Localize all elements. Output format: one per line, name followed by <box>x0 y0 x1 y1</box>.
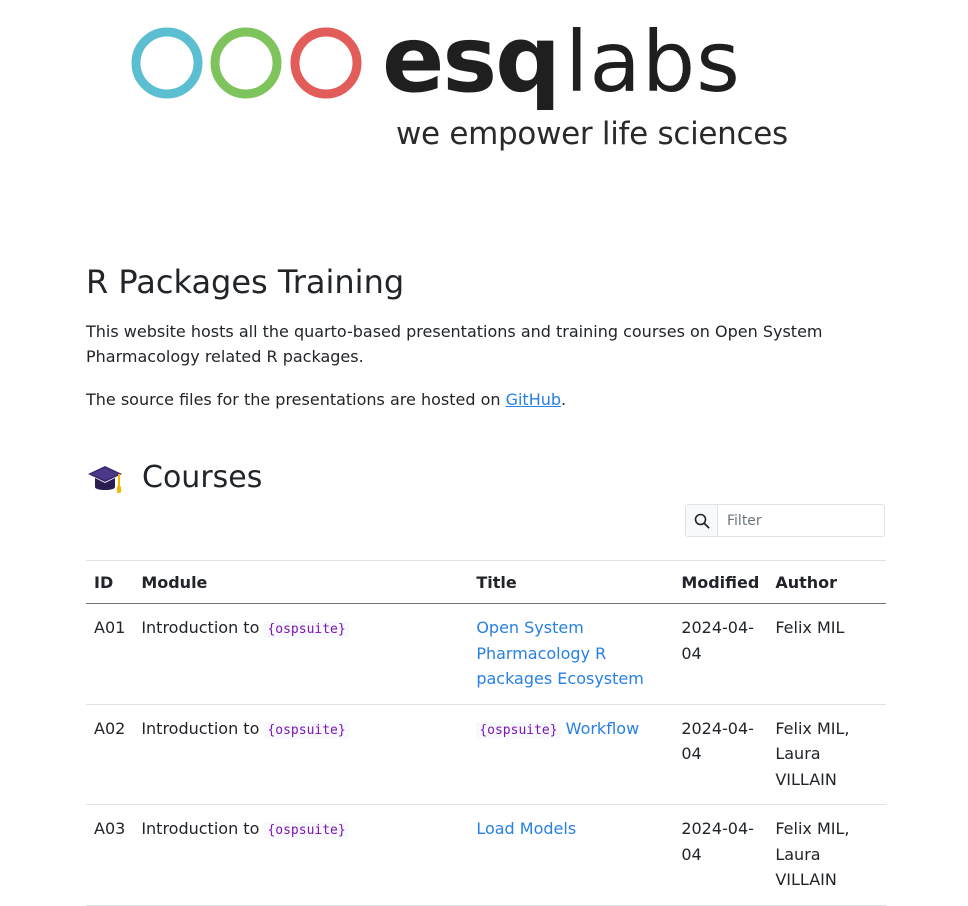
source-suffix: . <box>561 390 567 409</box>
source-text: The source files for the presentations a… <box>86 387 886 412</box>
module-code: {ospsuite} <box>264 721 349 739</box>
module-code: {ospsuite} <box>264 822 349 839</box>
page: esqlabs we empower life sciences R Packa… <box>0 0 968 906</box>
logo-esq: esq <box>382 6 561 113</box>
module-prefix: Introduction to <box>141 718 265 738</box>
main-content: R Packages Training This website hosts a… <box>86 256 886 906</box>
logo-wordmark: esqlabs <box>382 12 741 111</box>
cell-modified: 2024-04-04 <box>673 603 768 705</box>
course-title-link[interactable]: {ospsuite} Workflow <box>476 718 640 739</box>
cell-title: {ospsuite} Workflow <box>468 704 674 805</box>
table-row: A03 Introduction to {ospsuite} Load Mode… <box>86 804 886 906</box>
col-header-title[interactable]: Title <box>468 560 674 604</box>
col-header-modified[interactable]: Modified <box>673 560 768 604</box>
table-header-row: ID Module Title Modified Author <box>86 560 886 604</box>
intro-text: This website hosts all the quarto-based … <box>86 322 823 366</box>
course-title-link[interactable]: Open System Pharmacology R packages Ecos… <box>476 618 644 688</box>
cell-title: Open System Pharmacology R packages Ecos… <box>468 603 674 705</box>
courses-heading: Courses <box>86 456 886 500</box>
module-prefix: Introduction to <box>141 819 265 838</box>
search-icon[interactable] <box>686 505 718 536</box>
module-prefix: Introduction to <box>141 618 265 637</box>
table-row: A02 Introduction to {ospsuite} {ospsuite… <box>86 704 886 805</box>
cell-author: Felix MIL <box>767 603 886 705</box>
cell-id: A01 <box>86 603 134 705</box>
courses-table: ID Module Title Modified Author A01 Intr… <box>86 560 886 906</box>
filter-row <box>86 500 886 560</box>
courses-heading-text: Courses <box>142 460 263 495</box>
cell-author: Felix MIL, Laura VILLAIN <box>767 704 886 805</box>
table-row: A01 Introduction to {ospsuite} Open Syst… <box>86 603 886 705</box>
filter-box <box>685 504 885 537</box>
esqlabs-logo: esqlabs we empower life sciences <box>130 12 810 160</box>
col-header-id[interactable]: ID <box>86 560 134 604</box>
source-prefix: The source files for the presentations a… <box>86 390 506 409</box>
title-code: {ospsuite} <box>476 721 561 739</box>
cell-id: A02 <box>86 704 134 805</box>
filter-input[interactable] <box>718 505 879 536</box>
col-header-author[interactable]: Author <box>767 560 886 604</box>
cell-module: Introduction to {ospsuite} <box>133 804 469 906</box>
cell-modified: 2024-04-04 <box>673 704 768 805</box>
cell-title: Load Models <box>468 804 674 906</box>
cell-module: Introduction to {ospsuite} <box>133 704 469 805</box>
cell-id: A03 <box>86 804 134 906</box>
page-title: R Packages Training <box>86 263 405 301</box>
col-header-module[interactable]: Module <box>133 560 469 604</box>
logo-circles <box>131 27 362 99</box>
cell-module: Introduction to {ospsuite} <box>133 603 469 705</box>
cell-modified: 2024-04-04 <box>673 804 768 906</box>
cell-author: Felix MIL, Laura VILLAIN <box>767 804 886 906</box>
logo-labs: labs <box>565 13 741 111</box>
course-title-link[interactable]: Load Models <box>476 819 576 838</box>
module-code: {ospsuite} <box>264 621 349 638</box>
github-link[interactable]: GitHub <box>506 390 561 409</box>
logo-tagline: we empower life sciences <box>396 116 788 152</box>
graduation-cap-icon <box>86 463 124 497</box>
title-text: Workflow <box>560 718 640 738</box>
